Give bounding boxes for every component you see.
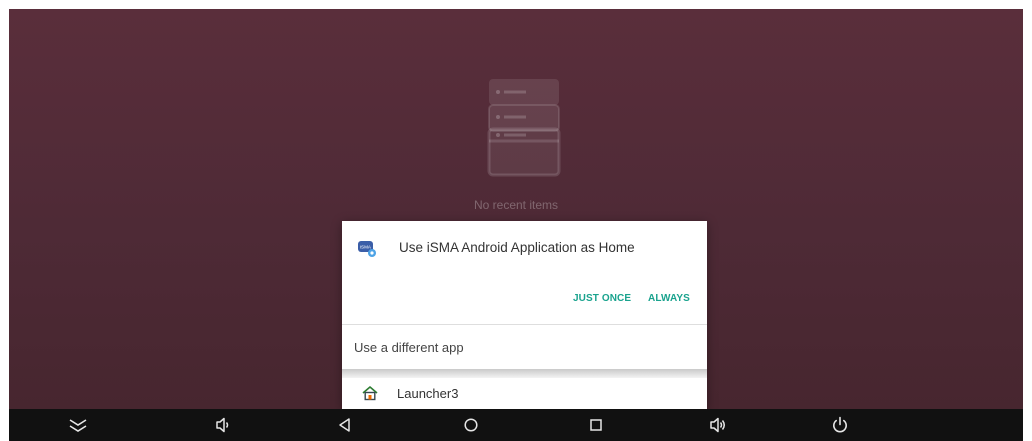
recents-button[interactable] <box>576 409 616 441</box>
power-icon <box>833 416 847 433</box>
back-triangle-icon <box>339 418 350 432</box>
launcher3-home-icon <box>362 386 378 401</box>
recents-screen: No recent items iSMA Use iSMA Android Ap… <box>9 9 1023 409</box>
app-list-item-launcher3[interactable]: Launcher3 <box>342 378 707 409</box>
volume-down-button[interactable] <box>203 409 243 441</box>
power-button[interactable] <box>820 409 860 441</box>
volume-up-icon <box>710 417 725 433</box>
use-different-app-label: Use a different app <box>354 340 464 355</box>
hide-navbar-button[interactable] <box>58 409 98 441</box>
divider <box>342 324 707 325</box>
app-label: Launcher3 <box>397 386 459 401</box>
svg-text:iSMA: iSMA <box>360 245 372 250</box>
dialog-title: Use iSMA Android Application as Home <box>399 240 635 255</box>
always-button[interactable]: ALWAYS <box>648 293 690 304</box>
just-once-button[interactable]: JUST ONCE <box>573 293 631 304</box>
double-chevron-down-icon <box>69 419 87 432</box>
recents-square-icon <box>590 419 602 431</box>
no-recent-items-text: No recent items <box>473 198 559 212</box>
dialog-header: iSMA Use iSMA Android Application as Hom… <box>342 221 707 273</box>
back-button[interactable] <box>325 409 365 441</box>
list-shadow <box>342 369 707 378</box>
home-app-chooser-dialog: iSMA Use iSMA Android Application as Hom… <box>342 221 707 409</box>
navigation-bar <box>9 409 1023 441</box>
volume-down-icon <box>216 417 229 433</box>
isma-app-icon: iSMA <box>358 241 376 257</box>
home-button[interactable] <box>451 409 491 441</box>
stacked-cards-icon <box>487 79 561 177</box>
home-circle-icon <box>464 418 478 432</box>
volume-up-button[interactable] <box>698 409 738 441</box>
